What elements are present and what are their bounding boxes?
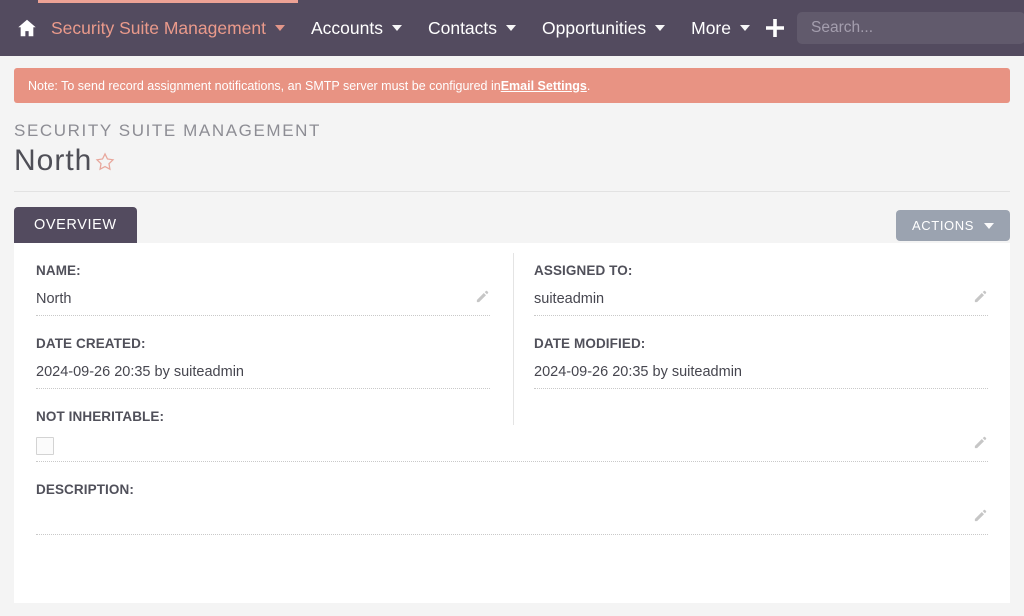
field-body: 2024-09-26 20:35 by suiteadmin — [36, 362, 490, 389]
field-value: North — [36, 291, 72, 307]
home-icon[interactable] — [16, 0, 38, 56]
field-date-modified: DATE MODIFIED: 2024-09-26 20:35 by suite… — [512, 316, 1010, 389]
record-title-row: North — [14, 143, 1010, 179]
nav-item-label: Security Suite Management — [51, 17, 266, 38]
smtp-alert-banner: Note: To send record assignment notifica… — [14, 68, 1010, 103]
field-value: 2024-09-26 20:35 by suiteadmin — [534, 364, 742, 380]
field-body — [36, 508, 988, 535]
field-label: DESCRIPTION: — [36, 482, 134, 497]
alert-text-before: Note: To send record assignment notifica… — [28, 78, 501, 93]
edit-pencil-icon[interactable] — [475, 289, 490, 309]
search-input[interactable] — [797, 12, 1024, 44]
nav-item-label: More — [691, 17, 731, 38]
field-not-inheritable: NOT INHERITABLE: — [14, 389, 1010, 462]
plus-icon[interactable] — [763, 0, 787, 56]
chevron-down-icon — [506, 25, 517, 31]
field-value: suiteadmin — [534, 291, 605, 307]
nav-item-contacts[interactable]: Contacts — [415, 0, 529, 56]
field-name: NAME: North — [14, 243, 512, 316]
field-body — [36, 435, 988, 462]
tab-overview[interactable]: OVERVIEW — [14, 207, 137, 243]
chevron-down-icon — [274, 25, 285, 31]
email-settings-link[interactable]: Email Settings — [501, 79, 587, 93]
chevron-down-icon — [984, 222, 994, 229]
alert-text-after: . — [586, 78, 591, 93]
chevron-down-icon — [655, 25, 666, 31]
title-divider — [14, 191, 1010, 192]
actions-button[interactable]: ACTIONS — [896, 210, 1010, 241]
chevron-down-icon — [391, 25, 402, 31]
page-header: SECURITY SUITE MANAGEMENT North — [0, 103, 1024, 179]
nav-item-label: Accounts — [310, 17, 383, 38]
edit-pencil-icon[interactable] — [973, 508, 988, 528]
field-label: NOT INHERITABLE: — [36, 409, 165, 424]
field-description: DESCRIPTION: — [14, 462, 1010, 535]
chevron-down-icon — [740, 25, 750, 31]
field-body: suiteadmin — [534, 289, 988, 316]
page-title: North — [14, 144, 93, 177]
field-label: DATE CREATED: — [36, 336, 146, 351]
nav-item-opportunities[interactable]: Opportunities — [529, 0, 678, 56]
nav-item-more[interactable]: More — [678, 0, 763, 56]
detail-view-card: NAME: North ASSIGNED TO: suiteadmin DATE… — [14, 243, 1010, 603]
field-label: ASSIGNED TO: — [534, 263, 633, 278]
not-inheritable-checkbox[interactable] — [36, 437, 54, 455]
nav-item-accounts[interactable]: Accounts — [298, 0, 415, 56]
actions-button-label: ACTIONS — [912, 218, 974, 233]
field-body: 2024-09-26 20:35 by suiteadmin — [534, 362, 988, 389]
field-body: North — [36, 289, 490, 316]
tab-actions-row: OVERVIEW ACTIONS — [14, 206, 1010, 243]
edit-pencil-icon[interactable] — [973, 435, 988, 455]
star-outline-icon[interactable] — [94, 151, 116, 178]
field-assigned-to: ASSIGNED TO: suiteadmin — [512, 243, 1010, 316]
field-label: DATE MODIFIED: — [534, 336, 646, 351]
module-title: SECURITY SUITE MANAGEMENT — [14, 121, 321, 140]
detail-fields-grid: NAME: North ASSIGNED TO: suiteadmin DATE… — [14, 243, 1010, 535]
nav-item-label: Contacts — [427, 17, 498, 38]
field-label: NAME: — [36, 263, 81, 278]
top-navigation-bar: Security Suite Management Accounts Conta… — [0, 0, 1024, 56]
field-date-created: DATE CREATED: 2024-09-26 20:35 by suitea… — [14, 316, 512, 389]
nav-item-security-suite-management[interactable]: Security Suite Management — [38, 0, 298, 56]
edit-pencil-icon[interactable] — [973, 289, 988, 309]
field-value: 2024-09-26 20:35 by suiteadmin — [36, 364, 244, 380]
nav-item-label: Opportunities — [542, 17, 647, 38]
